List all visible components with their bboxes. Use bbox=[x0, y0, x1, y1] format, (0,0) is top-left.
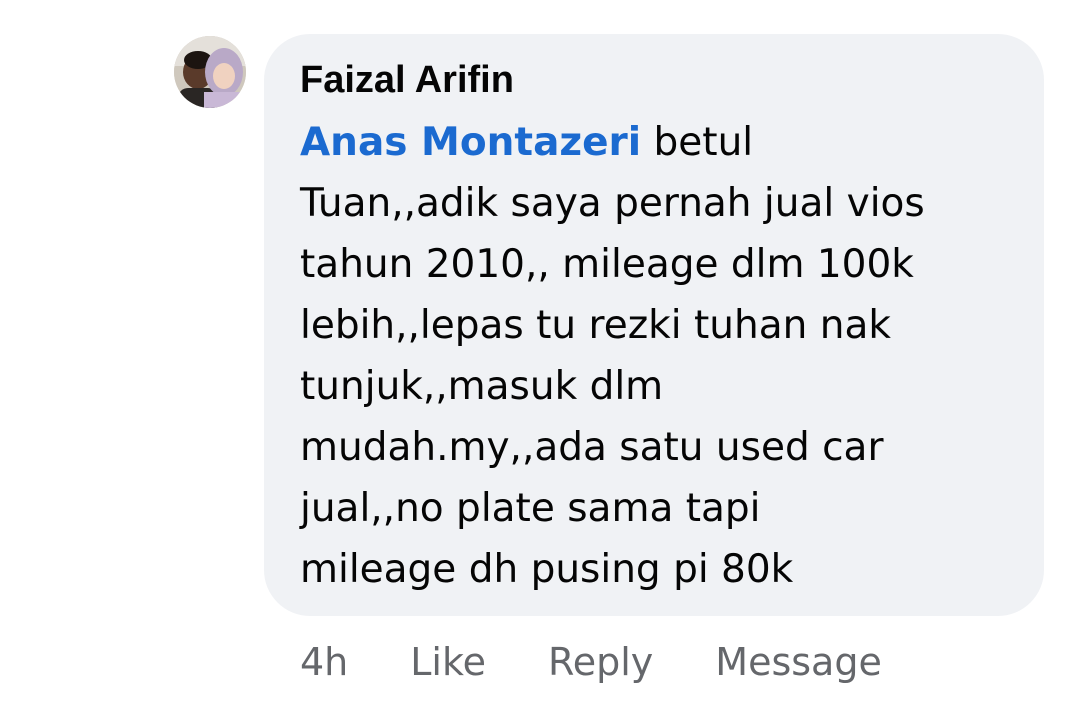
comment-text-line: jual,,no plate sama tapi bbox=[300, 486, 761, 531]
reply-button[interactable]: Reply bbox=[548, 640, 653, 684]
comment-text-line: Tuan,,adik saya pernah jual vios bbox=[300, 181, 925, 226]
comment-text-line: mudah.my,,ada satu used car bbox=[300, 425, 884, 470]
comment-timestamp[interactable]: 4h bbox=[300, 640, 348, 684]
comment-thread: Faizal Arifin Anas Montazeri betul Tuan,… bbox=[0, 0, 1080, 703]
avatar[interactable] bbox=[174, 36, 246, 108]
comment-text-line: tunjuk,,masuk dlm bbox=[300, 364, 664, 409]
message-button[interactable]: Message bbox=[715, 640, 882, 684]
mention-link[interactable]: Anas Montazeri bbox=[300, 120, 641, 165]
like-button[interactable]: Like bbox=[410, 640, 486, 684]
comment-text-line: tahun 2010,, mileage dlm 100k bbox=[300, 242, 914, 287]
comment-text-line: mileage dh pusing pi 80k bbox=[300, 547, 794, 592]
comment-text-line: betul bbox=[653, 120, 754, 165]
comment-author-name[interactable]: Faizal Arifin bbox=[300, 54, 1014, 112]
comment-bubble: Faizal Arifin Anas Montazeri betul Tuan,… bbox=[264, 34, 1044, 616]
comment-text-line: lebih,,lepas tu rezki tuhan nak bbox=[300, 303, 891, 348]
comment-body: Anas Montazeri betul Tuan,,adik saya per… bbox=[300, 112, 1014, 600]
avatar-photo-icon bbox=[174, 36, 246, 108]
comment-actions-bar: 4h Like Reply Message bbox=[300, 634, 944, 690]
